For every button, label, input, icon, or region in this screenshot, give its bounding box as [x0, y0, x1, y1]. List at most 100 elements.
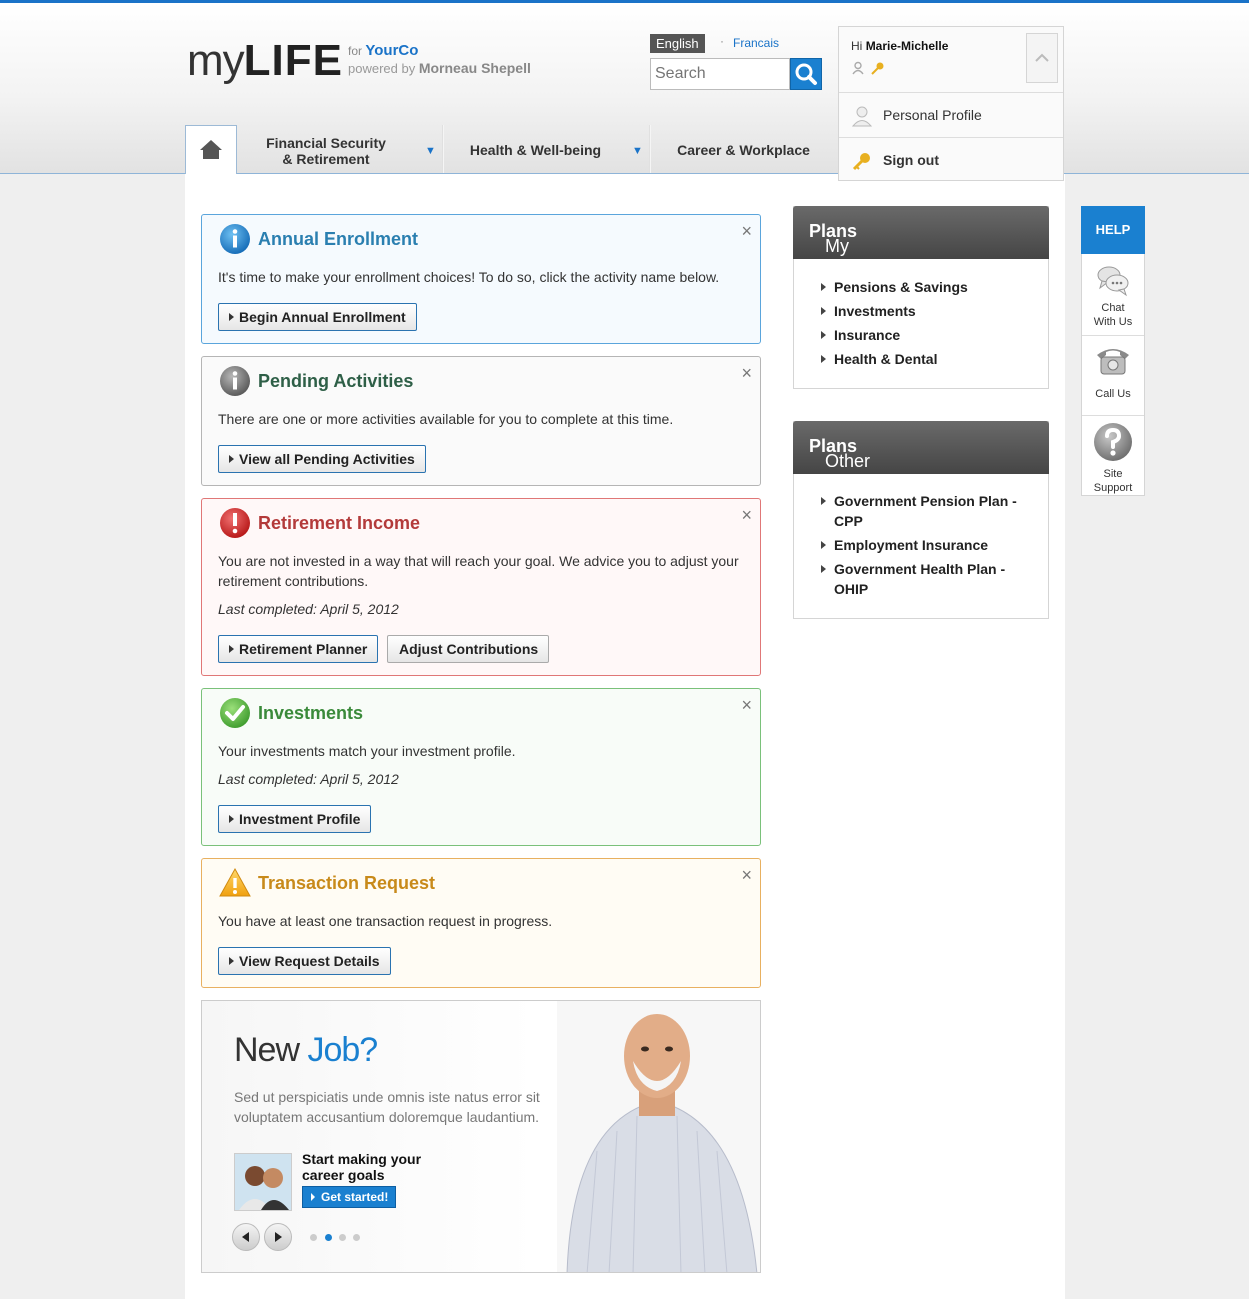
investment-profile-button[interactable]: Investment Profile	[218, 805, 372, 833]
nav-financial-security[interactable]: Financial Security & Retirement	[238, 125, 442, 173]
my-plan-link[interactable]: Pensions & Savings	[821, 277, 1024, 297]
other-plans-header: Other Plans	[793, 421, 1049, 474]
alert-title: Investments	[258, 703, 364, 723]
profile-icon	[851, 106, 873, 127]
search-input[interactable]	[650, 58, 790, 90]
carousel-dot[interactable]	[353, 1234, 360, 1241]
alert-retirement-income: Retirement Income × You are not invested…	[201, 498, 761, 676]
nav-health[interactable]: Health & Well-being	[444, 125, 649, 173]
greeting-label: Hi	[851, 39, 863, 53]
powered-by-label: powered by	[348, 61, 416, 76]
adjust-contributions-button[interactable]: Adjust Contributions	[387, 635, 550, 663]
nav-financial-label-1: Financial Security	[266, 135, 386, 151]
nav-career-label: Career & Workplace	[677, 142, 810, 158]
user-name: Marie-Michelle	[865, 39, 949, 53]
begin-annual-enrollment-button[interactable]: Begin Annual Enrollment	[218, 303, 417, 331]
get-started-button[interactable]: Get started!	[302, 1186, 396, 1208]
checkmark-icon	[220, 698, 250, 728]
nav-financial-label-2: & Retirement	[282, 151, 370, 167]
close-icon[interactable]: ×	[741, 505, 752, 526]
language-separator: ·	[720, 34, 724, 48]
my-plan-link[interactable]: Investments	[821, 301, 1024, 321]
promo-title-plain: New	[234, 1031, 300, 1069]
close-icon[interactable]: ×	[741, 221, 752, 242]
promo-description: Sed ut perspiciatis unde omnis iste natu…	[234, 1089, 540, 1125]
help-panel: HELP Chat With Us Call Us Site Support	[1081, 206, 1145, 496]
carousel-next-button[interactable]	[264, 1223, 292, 1251]
view-request-details-button[interactable]: View Request Details	[218, 947, 391, 975]
mylife-logo[interactable]: myLIFE	[187, 38, 343, 84]
chevron-up-icon	[1035, 53, 1049, 62]
search-icon	[795, 63, 817, 85]
promo-banner: New Job? Sed ut perspiciatis unde omnis …	[201, 1000, 761, 1273]
arrow-right-icon	[275, 1232, 282, 1242]
carousel-prev-button[interactable]	[232, 1223, 260, 1251]
nav-health-label: Health & Well-being	[469, 142, 602, 158]
support-label: Site Support	[1093, 468, 1133, 494]
alert-title: Transaction Request	[258, 873, 436, 893]
info-icon	[220, 224, 250, 254]
help-divider	[1082, 335, 1144, 336]
my-plans-box: My Plans Pensions & Savings Investments …	[793, 206, 1049, 389]
key-icon	[852, 153, 870, 171]
alert-text: It's time to make your enrollment choice…	[218, 269, 720, 285]
carousel-dot[interactable]	[310, 1234, 317, 1241]
alert-pending-activities: Pending Activities × There are one or mo…	[201, 356, 761, 486]
arrow-left-icon	[242, 1232, 249, 1242]
alert-text: You are not invested in a way that will …	[218, 553, 739, 589]
personal-profile-link[interactable]: Personal Profile	[839, 92, 1063, 137]
chat-label: Chat With Us	[1093, 302, 1133, 328]
language-english[interactable]: English	[650, 34, 705, 53]
close-icon[interactable]: ×	[741, 363, 752, 384]
other-plans-title-plain: Other	[825, 451, 871, 471]
call-us-button[interactable]: Call Us	[1082, 343, 1144, 401]
key-icon	[870, 62, 884, 75]
retirement-planner-button[interactable]: Retirement Planner	[218, 635, 379, 663]
alert-title: Pending Activities	[258, 371, 414, 391]
last-completed: Last completed: April 5, 2012	[218, 771, 399, 787]
alert-title: Retirement Income	[258, 513, 421, 533]
close-icon[interactable]: ×	[741, 695, 752, 716]
carousel-dot-active[interactable]	[325, 1234, 332, 1241]
smiling-man-photo	[557, 1001, 760, 1272]
my-plan-link[interactable]: Insurance	[821, 325, 1024, 345]
close-icon[interactable]: ×	[741, 865, 752, 886]
provider-name: Morneau Shepell	[418, 60, 531, 76]
last-completed: Last completed: April 5, 2012	[218, 601, 399, 617]
call-label: Call Us	[1095, 388, 1131, 400]
site-support-button[interactable]: Site Support	[1082, 421, 1144, 495]
other-plan-link[interactable]: Government Pension Plan - CPP	[821, 491, 1024, 531]
other-plans-title: Other Plans	[809, 436, 870, 471]
help-divider	[1082, 415, 1144, 416]
brand-powered-by: powered by Morneau Shepell	[348, 60, 531, 76]
question-icon	[1094, 423, 1132, 461]
alert-text: Your investments match your investment p…	[218, 743, 516, 759]
user-status-icons	[851, 61, 885, 78]
chevron-down-icon[interactable]: ▼	[425, 145, 436, 157]
my-plans-title: My Plans	[809, 221, 857, 256]
sign-out-link[interactable]: Sign out	[839, 137, 1063, 182]
other-plan-link[interactable]: Government Health Plan - OHIP	[821, 559, 1024, 599]
my-plans-title-plain: My	[825, 236, 849, 256]
alert-transaction-request: Transaction Request × You have at least …	[201, 858, 761, 988]
other-plans-box: Other Plans Government Pension Plan - CP…	[793, 421, 1049, 619]
chevron-down-icon[interactable]: ▼	[632, 145, 643, 157]
chat-icon	[1097, 266, 1129, 297]
my-plan-link[interactable]: Health & Dental	[821, 349, 1024, 369]
carousel-dot[interactable]	[339, 1234, 346, 1241]
chat-with-us-button[interactable]: Chat With Us	[1082, 263, 1144, 329]
promo-title-accent: Job?	[307, 1031, 378, 1069]
other-plan-link[interactable]: Employment Insurance	[821, 535, 1024, 555]
alert-title: Annual Enrollment	[258, 229, 419, 249]
nav-career[interactable]: Career & Workplace	[651, 125, 836, 173]
couple-photo	[234, 1153, 292, 1211]
search-button[interactable]	[790, 58, 822, 90]
help-title: HELP	[1081, 206, 1145, 254]
logo-my: my	[187, 36, 245, 85]
collapse-user-panel-button[interactable]	[1026, 33, 1058, 83]
view-pending-activities-button[interactable]: View all Pending Activities	[218, 445, 426, 473]
user-panel: Hi Marie-Michelle Personal Profile Sign …	[838, 26, 1064, 181]
language-francais[interactable]: Francais	[733, 36, 779, 50]
alert-text: You have at least one transaction reques…	[218, 913, 553, 929]
alert-text: There are one or more activities availab…	[218, 411, 674, 427]
